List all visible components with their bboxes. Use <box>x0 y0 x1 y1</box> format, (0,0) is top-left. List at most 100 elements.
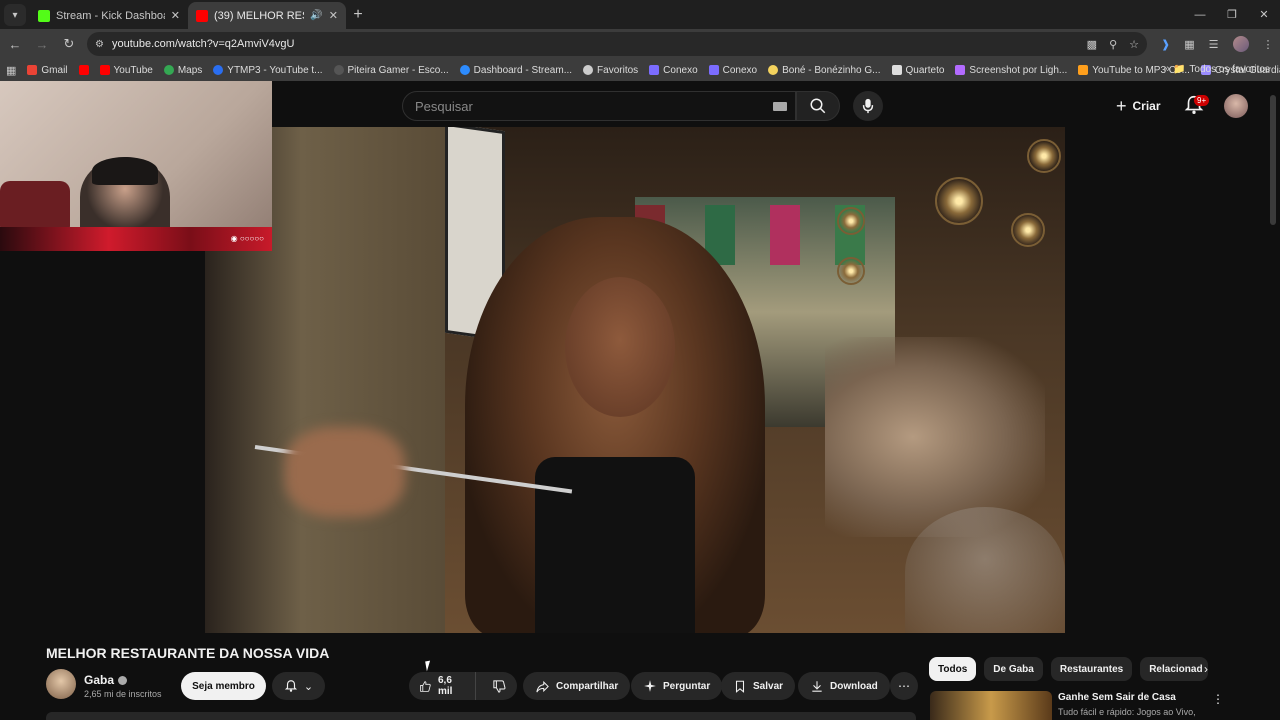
description-box[interactable] <box>46 712 916 720</box>
bookmark-conexo-1[interactable]: Conexo <box>649 65 698 76</box>
conexo-icon <box>649 65 660 75</box>
video-frame-hand <box>285 427 405 517</box>
kick-favicon-icon <box>38 9 50 22</box>
bookmark-piteira[interactable]: Piteira Gamer - Esco... <box>333 65 449 76</box>
microphone-icon <box>862 98 874 114</box>
bookmark-quarteto[interactable]: Quarteto <box>891 65 944 76</box>
verified-badge-icon <box>118 675 128 685</box>
bookmark-youtube[interactable]: YouTube <box>99 65 153 76</box>
bookmark-favoritos[interactable]: Favoritos <box>583 65 638 76</box>
join-button[interactable]: Seja membro <box>181 672 266 700</box>
url-text[interactable]: youtube.com/watch?v=q2AmviV4vgU <box>112 38 1075 50</box>
chevron-down-icon: ⌄ <box>303 680 314 693</box>
tab-close-icon[interactable]: ✕ <box>329 9 338 22</box>
create-button[interactable]: + Criar <box>1116 93 1161 119</box>
zoom-icon[interactable]: ⚲ <box>1109 38 1117 51</box>
bookmark-ytmp3[interactable]: YTMP3 - YouTube t... <box>213 65 323 76</box>
tab-close-icon[interactable]: ✕ <box>171 9 180 22</box>
chevron-right-icon[interactable]: › <box>1196 659 1216 679</box>
video-frame-lamp <box>1011 213 1045 247</box>
like-dislike-group: 6,6 mil <box>409 672 517 700</box>
search-input[interactable]: Pesquisar <box>402 91 796 121</box>
recommendation-subtitle: Tudo fácil e rápido: Jogos ao Vivo, <box>1058 707 1196 717</box>
recommendation-title[interactable]: Ganhe Sem Sair de Casa <box>1058 692 1176 703</box>
voice-search-button[interactable] <box>853 91 883 121</box>
chip-from-channel[interactable]: De Gaba <box>984 657 1043 681</box>
folder-icon: 📁 <box>1172 64 1186 75</box>
all-bookmarks-folder[interactable]: 📁 Todos os favoritos <box>1173 64 1270 75</box>
more-actions-button[interactable]: ⋯ <box>890 672 918 700</box>
bookmarks-overflow-icon[interactable]: » <box>1164 63 1170 75</box>
dislike-button[interactable] <box>482 672 517 700</box>
more-vertical-icon[interactable]: ⋮ <box>1212 692 1224 706</box>
quarteto-icon <box>891 65 902 75</box>
tab-title: Stream - Kick Dashboard <box>56 9 165 22</box>
address-bar-row: ← → ↻ ⚙ youtube.com/watch?v=q2AmviV4vgU … <box>0 29 1280 59</box>
bookmarks-bar: ▦ Gmail YouTube Maps YTMP3 - YouTube t..… <box>0 59 1280 81</box>
media-controls-icon[interactable]: ☰ <box>1209 38 1219 51</box>
ask-button[interactable]: Perguntar <box>631 672 723 700</box>
new-tab-button[interactable]: + <box>346 3 370 27</box>
bookmark-maps[interactable]: Maps <box>163 65 202 76</box>
minimize-icon[interactable]: — <box>1184 0 1216 29</box>
like-button[interactable]: 6,6 mil <box>409 672 476 700</box>
video-frame-lamp <box>837 257 865 285</box>
channel-name[interactable]: Gaba <box>84 673 128 687</box>
tab-search-button[interactable]: ▾ <box>4 4 26 26</box>
browser-tab-youtube[interactable]: (39) MELHOR RESTAURANTE 🔊 ✕ <box>188 2 346 29</box>
recommendation-thumbnail[interactable] <box>930 691 1052 720</box>
search-button[interactable] <box>796 91 840 121</box>
video-frame-face <box>565 277 675 417</box>
yt-mp3-icon <box>1078 65 1089 75</box>
video-player[interactable] <box>205 127 1065 633</box>
channel-avatar[interactable] <box>46 669 76 699</box>
webcam-overlay: ◉ ○○○○○ <box>0 81 272 251</box>
account-avatar[interactable] <box>1224 94 1248 118</box>
save-button[interactable]: Salvar <box>721 672 796 700</box>
browser-menu-icon[interactable]: ⋮ <box>1263 38 1274 51</box>
extension-icon[interactable]: ❱ <box>1161 38 1170 51</box>
speaker-icon[interactable]: 🔊 <box>310 10 322 21</box>
tab-title: (39) MELHOR RESTAURANTE <box>214 9 304 22</box>
maps-pin-icon <box>163 65 174 75</box>
keyboard-icon[interactable] <box>773 102 787 111</box>
browser-tab-kick[interactable]: Stream - Kick Dashboard ✕ <box>30 2 188 29</box>
plus-icon: + <box>1116 95 1127 116</box>
apps-grid-icon[interactable]: ▦ <box>6 64 16 77</box>
youtube-icon <box>99 65 110 75</box>
like-count: 6,6 mil <box>438 675 453 697</box>
restore-icon[interactable]: ❐ <box>1216 0 1248 29</box>
chip-restaurants[interactable]: Restaurantes <box>1050 657 1133 681</box>
back-arrow-icon[interactable]: ← <box>3 32 27 56</box>
bookmark-gmail[interactable]: Gmail <box>27 65 68 76</box>
omnibox[interactable]: ⚙ youtube.com/watch?v=q2AmviV4vgU ▩ ⚲ ☆ <box>87 32 1147 56</box>
bookmark-dashboard[interactable]: Dashboard - Stream... <box>459 65 572 76</box>
bookmark-bone[interactable]: Boné - Bonézinho G... <box>768 65 881 76</box>
feather-icon <box>955 65 966 75</box>
site-info-icon[interactable]: ⚙ <box>95 39 104 50</box>
forward-arrow-icon[interactable]: → <box>30 32 54 56</box>
subscriber-count: 2,65 mi de inscritos <box>84 689 162 699</box>
bookmark-star-icon[interactable]: ☆ <box>1129 38 1139 51</box>
extensions-area: ❱ ▦ ☰ ⋮ <box>1161 36 1274 52</box>
reload-icon[interactable]: ↻ <box>57 32 81 56</box>
close-window-icon[interactable]: ✕ <box>1248 0 1280 29</box>
page-scrollbar[interactable] <box>1270 95 1276 225</box>
bookmark-screenshot[interactable]: Screenshot por Ligh... <box>955 65 1067 76</box>
browser-tab-strip: ▾ Stream - Kick Dashboard ✕ (39) MELHOR … <box>0 0 1280 29</box>
bookmark-conexo-2[interactable]: Conexo <box>708 65 757 76</box>
download-button[interactable]: Download <box>798 672 890 700</box>
subscription-bell-button[interactable]: ⌄ <box>272 672 325 700</box>
profile-avatar[interactable] <box>1232 36 1249 52</box>
bookmark-icon <box>735 680 745 693</box>
notification-badge: 9+ <box>1194 95 1210 106</box>
install-app-icon[interactable]: ▩ <box>1087 38 1097 51</box>
share-button[interactable]: Compartilhar <box>523 672 631 700</box>
chip-all[interactable]: Todos <box>929 657 977 681</box>
ytmp3-icon <box>213 65 224 75</box>
more-horizontal-icon: ⋯ <box>898 679 910 693</box>
share-icon <box>536 680 549 692</box>
video-frame-lamp <box>1027 139 1061 173</box>
puzzle-extensions-icon[interactable]: ▦ <box>1184 38 1194 51</box>
bookmark-red[interactable] <box>78 65 89 75</box>
